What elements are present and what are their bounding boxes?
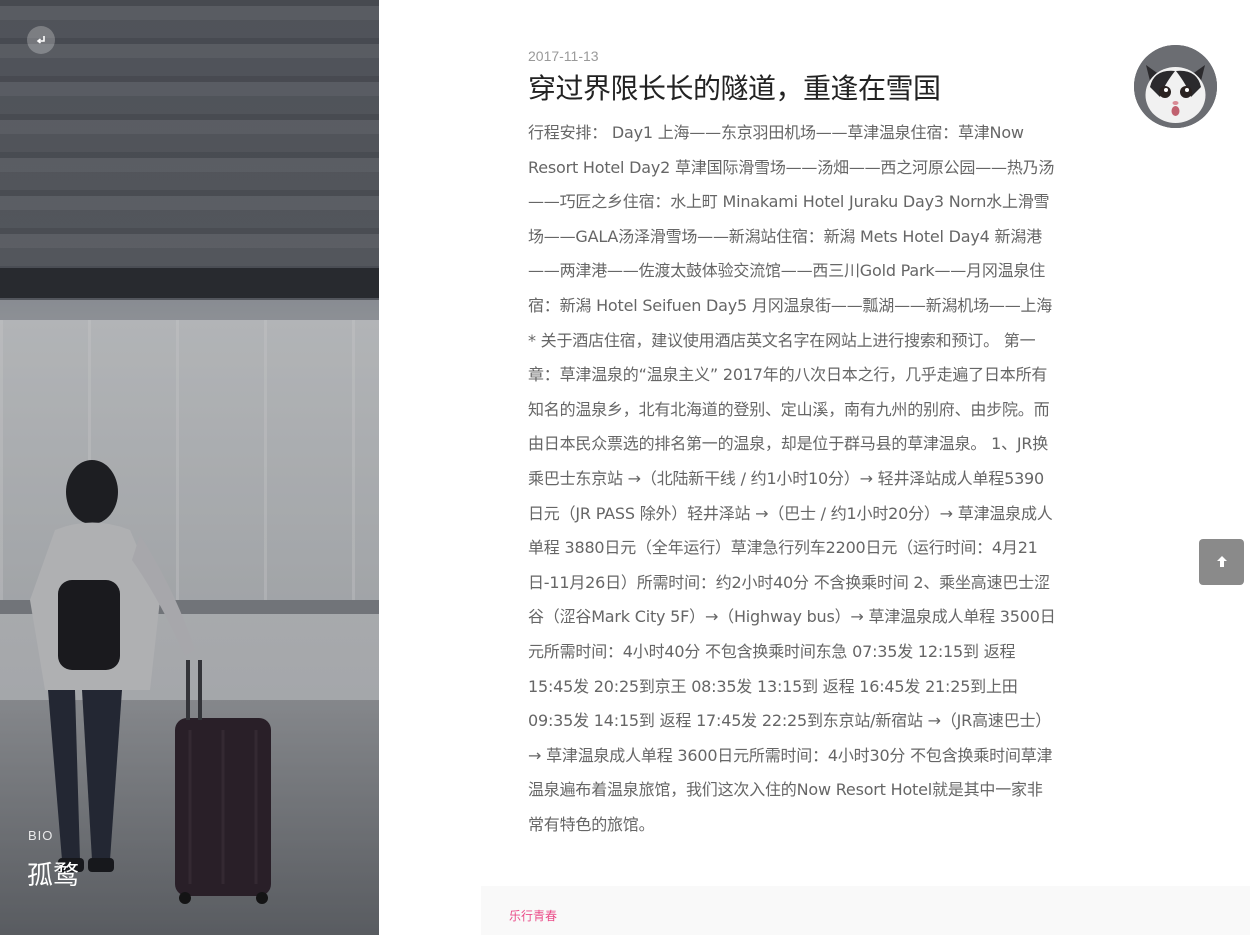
hero-image-panel: BIO 孤鹜 bbox=[0, 0, 379, 935]
scroll-top-button[interactable] bbox=[1199, 539, 1244, 585]
post-article: 2017-11-13 穿过界限长长的隧道，重逢在雪国 行程安排： Day1 上海… bbox=[528, 48, 1058, 842]
back-arrow-icon bbox=[36, 36, 45, 44]
bio-name: 孤鹜 bbox=[27, 861, 80, 891]
cat-avatar bbox=[1134, 45, 1217, 128]
hero-overlay bbox=[0, 0, 379, 935]
post-date: 2017-11-13 bbox=[528, 48, 599, 64]
post-footer: 乐行青春 bbox=[481, 886, 1250, 935]
back-button[interactable] bbox=[27, 26, 55, 54]
arrow-up-icon bbox=[1216, 556, 1227, 567]
post-tag[interactable]: 乐行青春 bbox=[509, 907, 557, 924]
author-avatar[interactable] bbox=[1134, 45, 1217, 128]
bio-label: BIO bbox=[28, 828, 54, 843]
post-title: 穿过界限长长的隧道，重逢在雪国 bbox=[528, 72, 941, 105]
post-body: 行程安排： Day1 上海——东京羽田机场——草津温泉住宿：草津Now Reso… bbox=[528, 123, 1056, 834]
